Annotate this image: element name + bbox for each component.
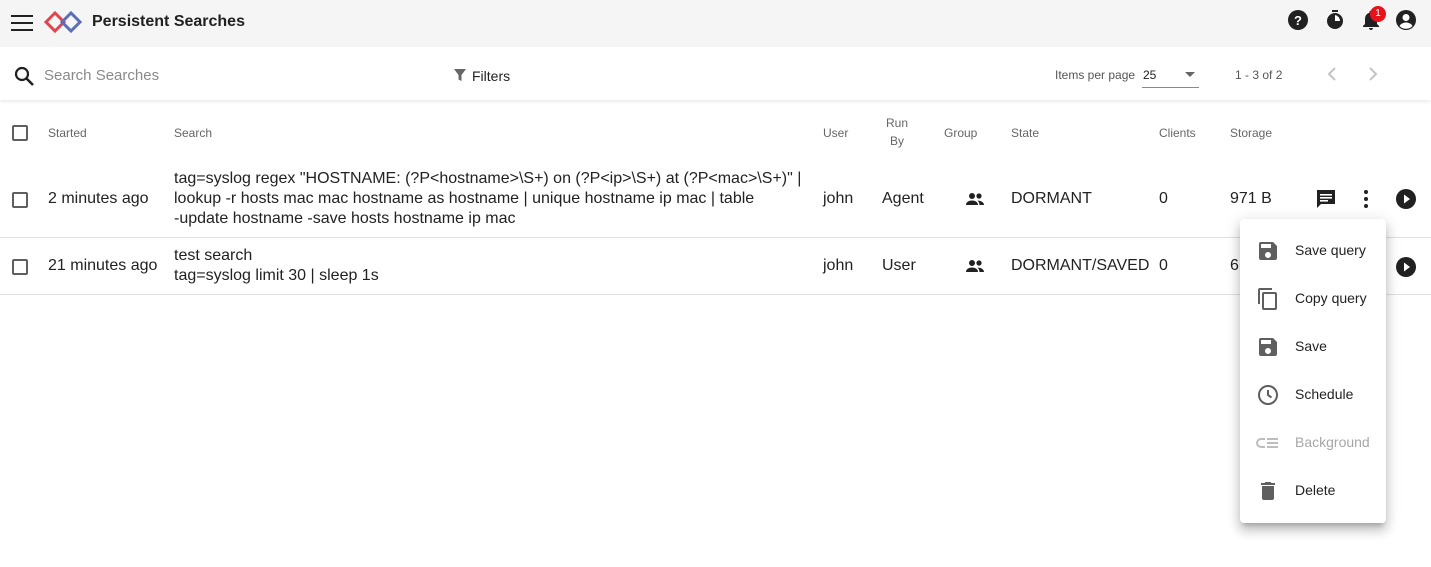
message-icon[interactable] [1314, 187, 1338, 211]
chevron-down-icon [1185, 72, 1195, 77]
search-query-line: test search [174, 247, 253, 264]
column-storage[interactable]: Storage [1230, 124, 1272, 142]
menu-item-schedule[interactable]: Schedule [1240, 371, 1386, 419]
account-icon[interactable] [1394, 8, 1418, 32]
column-started[interactable]: Started [48, 124, 87, 142]
clock-icon [1256, 383, 1280, 407]
play-icon[interactable] [1394, 255, 1418, 279]
app-title: Persistent Searches [92, 13, 245, 30]
menu-item-copy-query[interactable]: Copy query [1240, 275, 1386, 323]
row-actions-menu: Save query Copy query Save Schedule Back… [1240, 219, 1386, 523]
more-vert-icon[interactable] [1354, 187, 1378, 211]
user-cell: john [823, 257, 854, 274]
save-icon [1256, 335, 1280, 359]
column-user[interactable]: User [823, 124, 848, 142]
search-query-cell: tag=syslog regex "HOSTNAME: (?P<hostname… [174, 169, 804, 229]
app-header: Persistent Searches ? 1 [0, 0, 1431, 47]
svg-text:?: ? [1294, 13, 1302, 28]
clients-cell: 0 [1159, 190, 1168, 207]
column-clients[interactable]: Clients [1159, 124, 1196, 142]
menu-item-save[interactable]: Save [1240, 323, 1386, 371]
column-run-by-line1: Run [885, 116, 908, 130]
pagination-range: 1 - 3 of 2 [1235, 68, 1283, 82]
search-query-cell: test search tag=syslog limit 30 | sleep … [174, 246, 804, 286]
filters-button[interactable]: Filters [452, 64, 510, 88]
column-run-by[interactable]: Run By [885, 114, 909, 150]
column-group[interactable]: Group [944, 124, 977, 142]
state-cell: DORMANT/SAVED [1011, 257, 1150, 274]
storage-cell: 971 B [1230, 190, 1272, 207]
column-state[interactable]: State [1011, 124, 1039, 142]
menu-item-save-query[interactable]: Save query [1240, 227, 1386, 275]
menu-icon[interactable] [10, 12, 34, 34]
row-checkbox[interactable] [12, 192, 28, 208]
run-by-cell: User [882, 257, 916, 274]
group-icon[interactable] [963, 187, 987, 211]
started-cell: 2 minutes ago [48, 190, 149, 207]
notification-badge: 1 [1370, 6, 1386, 22]
search-icon [12, 64, 36, 88]
state-cell: DORMANT [1011, 190, 1092, 207]
search-query-line: tag=syslog regex "HOSTNAME: (?P<hostname… [174, 170, 802, 187]
next-page-button[interactable] [1361, 62, 1385, 86]
run-by-cell: Agent [882, 190, 924, 207]
menu-item-label: Save query [1295, 242, 1366, 258]
save-icon [1256, 239, 1280, 263]
user-cell: john [823, 190, 854, 207]
search-input[interactable] [44, 64, 424, 86]
group-icon[interactable] [963, 254, 987, 278]
items-per-page-select[interactable]: 25 [1142, 64, 1199, 88]
menu-item-label: Background [1295, 434, 1370, 450]
search-query-line: lookup -r hosts mac mac hostname as host… [174, 190, 755, 207]
table-header: Started Search User Run By Group State C… [0, 108, 1431, 160]
gravwell-logo[interactable] [43, 10, 84, 34]
select-all-checkbox[interactable] [12, 125, 28, 141]
column-run-by-line2: By [889, 134, 904, 148]
previous-page-button[interactable] [1320, 62, 1344, 86]
play-icon[interactable] [1394, 187, 1418, 211]
filter-icon [452, 67, 468, 86]
search-query-line: tag=syslog limit 30 | sleep 1s [174, 267, 379, 284]
clients-cell: 0 [1159, 257, 1168, 274]
search-query-line: -update hostname -save hosts hostname ip… [174, 210, 516, 227]
table-row[interactable]: 2 minutes ago tag=syslog regex "HOSTNAME… [0, 161, 1431, 238]
filters-label: Filters [472, 68, 511, 84]
trash-icon [1256, 479, 1280, 503]
background-icon [1256, 431, 1280, 455]
menu-item-delete[interactable]: Delete [1240, 467, 1386, 515]
started-cell: 21 minutes ago [48, 257, 158, 274]
table-row[interactable]: 21 minutes ago test search tag=syslog li… [0, 238, 1431, 295]
menu-item-label: Copy query [1295, 290, 1367, 306]
menu-item-label: Save [1295, 338, 1327, 354]
search-toolbar: Filters Items per page 25 1 - 3 of 2 [0, 48, 1431, 100]
help-icon[interactable]: ? [1286, 8, 1310, 32]
row-checkbox[interactable] [12, 259, 28, 275]
menu-item-label: Schedule [1295, 386, 1354, 402]
storage-cell: 6 [1230, 257, 1239, 274]
menu-item-label: Delete [1295, 482, 1336, 498]
items-per-page-label: Items per page [1055, 68, 1136, 82]
items-per-page-value: 25 [1143, 68, 1157, 82]
menu-item-background: Background [1240, 419, 1386, 467]
copy-icon [1256, 287, 1280, 311]
column-search[interactable]: Search [174, 124, 212, 142]
timer-icon[interactable] [1323, 8, 1347, 32]
